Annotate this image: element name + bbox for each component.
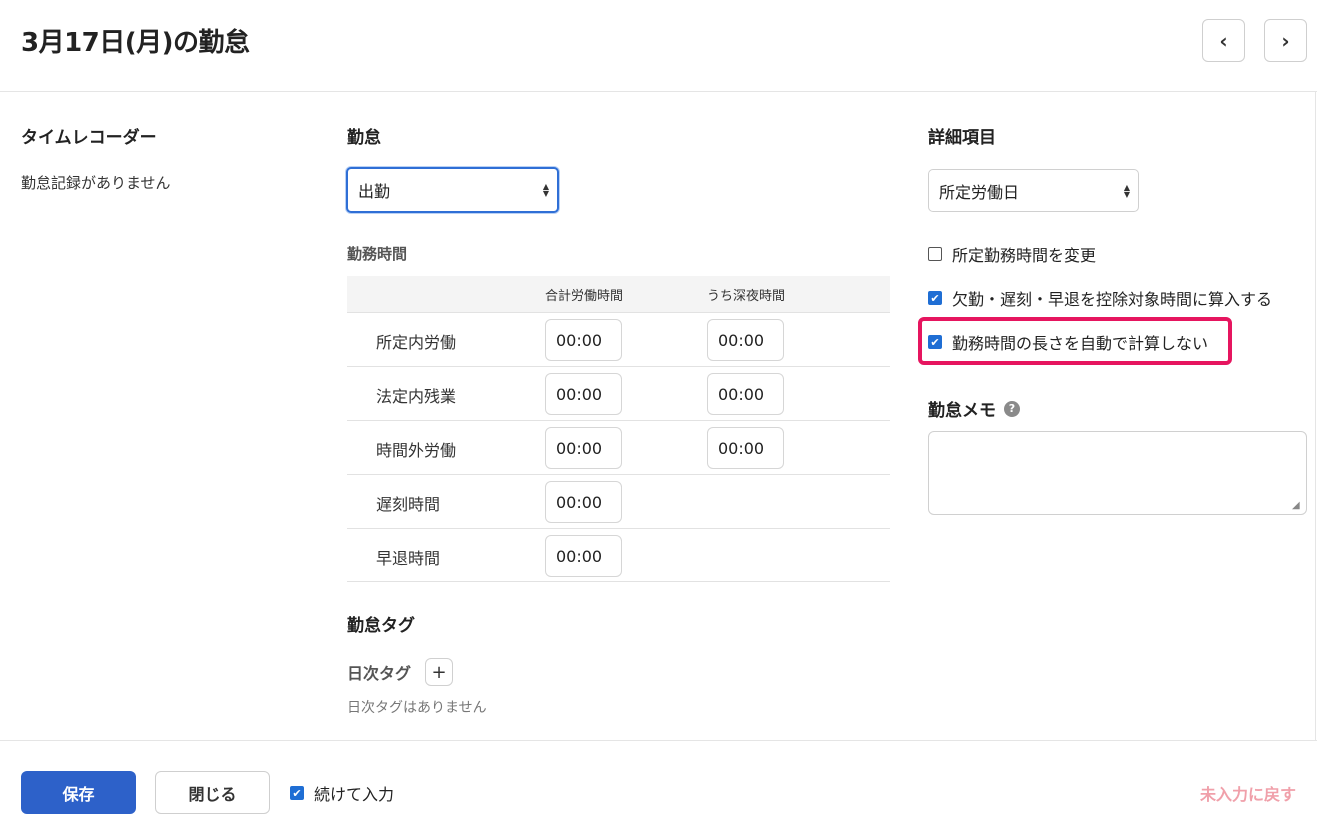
checkbox-checked[interactable]: ✔ (928, 335, 942, 349)
attendance-type-value: 出勤 (358, 182, 391, 201)
continue-input-label: 続けて入力 (314, 785, 395, 804)
page-title: 3月17日(月)の勤怠 (21, 28, 250, 58)
no-auto-calc-option[interactable]: ✔ 勤務時間の長さを自動で計算しない (928, 330, 1208, 354)
table-row: 早退時間 00:00 (347, 528, 890, 582)
time-recorder-heading: タイムレコーダー (21, 128, 157, 148)
memo-textarea[interactable] (928, 431, 1307, 515)
checkbox-checked[interactable]: ✔ (290, 786, 304, 800)
row-label: 時間外労働 (376, 441, 457, 460)
close-button[interactable]: 閉じる (155, 771, 270, 814)
plus-icon: + (431, 661, 447, 683)
attendance-heading: 勤怠 (347, 128, 381, 148)
column-header-total: 合計労働時間 (545, 289, 624, 304)
memo-heading: 勤怠メモ ? (928, 396, 1020, 421)
daily-tags-heading: 日次タグ (347, 664, 412, 683)
row-label: 遅刻時間 (376, 495, 441, 514)
continue-input-option[interactable]: ✔ 続けて入力 (290, 781, 394, 805)
reset-link[interactable]: 未入力に戻す (1200, 781, 1296, 805)
checkbox-label: 所定勤務時間を変更 (952, 246, 1097, 265)
select-arrows-icon: ▲ ▼ (542, 182, 549, 198)
total-time-input[interactable]: 00:00 (545, 427, 622, 469)
total-time-input[interactable]: 00:00 (545, 481, 622, 523)
memo-heading-text: 勤怠メモ (928, 401, 996, 421)
checkbox-checked[interactable]: ✔ (928, 291, 942, 305)
time-recorder-empty-text: 勤怠記録がありません (21, 174, 171, 192)
row-label: 所定内労働 (376, 333, 457, 352)
table-row: 時間外労働 00:00 00:00 (347, 420, 890, 474)
attendance-type-select[interactable]: 出勤 ▲ ▼ (346, 167, 559, 213)
save-button[interactable]: 保存 (21, 771, 136, 814)
table-row: 遅刻時間 00:00 (347, 474, 890, 528)
work-day-type-select[interactable]: 所定労働日 ▲ ▼ (928, 169, 1139, 212)
work-time-table: 合計労働時間 うち深夜時間 所定内労働 00:00 00:00 法定内残業 00… (347, 276, 890, 582)
page-header: 3月17日(月)の勤怠 ‹ › (0, 0, 1317, 92)
total-time-input[interactable]: 00:00 (545, 319, 622, 361)
column-header-night: うち深夜時間 (707, 289, 786, 304)
help-icon[interactable]: ? (1004, 400, 1020, 417)
attendance-tags-heading: 勤怠タグ (347, 616, 415, 636)
details-heading: 詳細項目 (928, 128, 996, 148)
work-time-heading: 勤務時間 (347, 245, 408, 263)
row-label: 法定内残業 (376, 387, 457, 406)
resize-grip-icon[interactable]: ◢ (1292, 500, 1300, 511)
prev-day-button[interactable]: ‹ (1202, 19, 1245, 62)
daily-tags-empty-text: 日次タグはありません (347, 700, 487, 716)
next-day-button[interactable]: › (1264, 19, 1307, 62)
night-time-input[interactable]: 00:00 (707, 427, 784, 469)
add-daily-tag-button[interactable]: + (425, 658, 453, 686)
night-time-input[interactable]: 00:00 (707, 319, 784, 361)
deduction-option[interactable]: ✔ 欠勤・遅刻・早退を控除対象時間に算入する (928, 286, 1272, 310)
night-time-input[interactable]: 00:00 (707, 373, 784, 415)
checkbox-unchecked[interactable] (928, 247, 942, 261)
footer: 保存 閉じる ✔ 続けて入力 未入力に戻す (0, 740, 1317, 833)
table-header: 合計労働時間 うち深夜時間 (347, 276, 890, 312)
change-scheduled-hours-option[interactable]: 所定勤務時間を変更 (928, 242, 1096, 266)
table-row: 所定内労働 00:00 00:00 (347, 312, 890, 366)
row-label: 早退時間 (376, 549, 441, 568)
select-arrows-icon: ▲ ▼ (1123, 182, 1130, 199)
total-time-input[interactable]: 00:00 (545, 373, 622, 415)
chevron-right-icon: › (1281, 28, 1290, 53)
checkbox-label: 欠勤・遅刻・早退を控除対象時間に算入する (952, 290, 1273, 309)
total-time-input[interactable]: 00:00 (545, 535, 622, 577)
checkbox-label: 勤務時間の長さを自動で計算しない (952, 334, 1209, 353)
work-day-type-value: 所定労働日 (939, 182, 1020, 202)
divider (1315, 92, 1316, 740)
chevron-left-icon: ‹ (1219, 28, 1228, 53)
table-row: 法定内残業 00:00 00:00 (347, 366, 890, 420)
